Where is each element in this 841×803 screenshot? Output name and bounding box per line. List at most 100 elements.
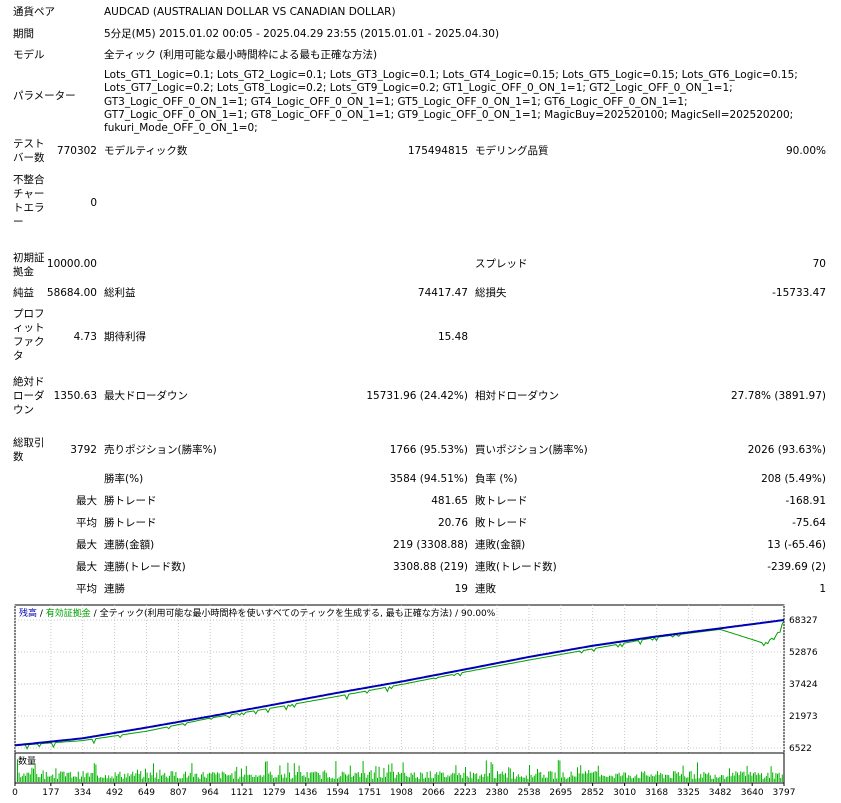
volume-bar [409, 777, 410, 782]
volume-bar [492, 764, 494, 782]
volume-bar [618, 772, 620, 782]
volume-bar [345, 774, 346, 782]
volume-bar [612, 776, 614, 782]
rel-drawdown-value: 27.78% (3891.97) [731, 390, 826, 402]
volume-bar [65, 776, 66, 782]
expected-payoff-label: 期待利得 [104, 331, 146, 343]
volume-bar [370, 770, 372, 782]
volume-bar [653, 776, 655, 782]
volume-bar [647, 775, 649, 782]
volume-bar [607, 776, 609, 782]
x-tick-label: 2066 [422, 788, 445, 798]
volume-bar [252, 777, 254, 782]
max-consec-loss-label: 連敗(トレード数) [475, 561, 557, 573]
volume-bar [231, 773, 233, 782]
max-consec-profit-label: 連勝(トレード数) [104, 561, 186, 573]
x-tick-label: 649 [138, 788, 155, 798]
volume-bar [517, 774, 519, 782]
symbol-value: AUDCAD (AUSTRALIAN DOLLAR VS CANADIAN DO… [104, 6, 396, 18]
volume-bar [695, 778, 697, 782]
volume-bar [402, 762, 404, 782]
volume-bar [757, 772, 759, 782]
volume-bar [737, 772, 738, 782]
volume-bar [380, 777, 382, 782]
abs-drawdown-label: 絶対ド ローダ ウン [13, 376, 45, 416]
max-consec-prefix: 最大 [76, 539, 97, 551]
volume-bar [234, 771, 236, 782]
max-drawdown-label: 最大ドローダウン [104, 390, 188, 402]
volume-bar [693, 774, 695, 782]
volume-bar [260, 775, 262, 782]
x-tick-label: 2695 [549, 788, 572, 798]
volume-bar [202, 772, 204, 782]
volume-bar [628, 775, 630, 782]
volume-bar [308, 777, 310, 782]
volume-bar [194, 773, 196, 782]
max-drawdown-value: 15731.96 (24.42%) [366, 390, 468, 402]
volume-bar [247, 775, 249, 782]
volume-bar [631, 778, 633, 782]
loss-pct-label: 負率 (%) [475, 473, 518, 485]
volume-bar [332, 777, 334, 782]
volume-bar [485, 760, 487, 782]
volume-bar [473, 772, 474, 782]
volume-bar [493, 778, 495, 782]
volume-bar [34, 763, 36, 782]
max-consec-losses-label: 連敗(金額) [475, 539, 526, 551]
volume-bar [212, 772, 214, 782]
volume-bar [610, 775, 612, 782]
gross-profit-label: 総利益 [104, 287, 136, 299]
volume-bar [161, 775, 162, 782]
volume-bar [613, 778, 615, 782]
volume-bar [701, 777, 703, 782]
avg-win-value: 20.76 [437, 517, 468, 529]
volume-bar [114, 772, 116, 782]
volume-bar [87, 772, 89, 782]
volume-bar [229, 775, 231, 782]
volume-bar [111, 776, 113, 782]
volume-bar [772, 772, 774, 782]
mismatch-value: 0 [90, 197, 97, 209]
volume-bar [369, 771, 370, 782]
volume-bar [292, 777, 294, 782]
volume-bar [71, 777, 73, 782]
volume-bar [143, 776, 145, 782]
largest-win-value: 481.65 [431, 495, 468, 507]
volume-bar [476, 773, 478, 782]
volume-bar [290, 778, 292, 782]
volume-bar [100, 777, 102, 782]
volume-bar [130, 774, 132, 782]
volume-bar [84, 777, 86, 782]
volume-bar [98, 777, 100, 782]
volume-bar [553, 778, 554, 782]
volume-bar [602, 775, 604, 782]
volume-bar [341, 771, 343, 782]
volume-bar [313, 772, 314, 782]
volume-bar [433, 778, 434, 782]
volume-bar [284, 773, 286, 782]
volume-bar [569, 776, 570, 782]
volume-bar [666, 774, 668, 782]
volume-bar [639, 778, 641, 782]
volume-bar [325, 772, 327, 782]
volume-bar [605, 776, 607, 782]
volume-bar [183, 773, 185, 782]
volume-bar [641, 771, 642, 782]
volume-bar [44, 778, 46, 782]
volume-bar [241, 768, 242, 782]
period-label: 期間 [13, 28, 34, 40]
volume-bar [167, 778, 169, 782]
volume-bar [434, 773, 436, 782]
volume-bar [410, 772, 412, 782]
volume-bar [565, 779, 567, 782]
volume-bar [567, 777, 569, 782]
x-tick-label: 2380 [486, 788, 509, 798]
volume-bar [509, 768, 511, 782]
volume-bar [562, 772, 564, 782]
volume-bar [337, 778, 338, 782]
x-axis-ticks: 0 177 334 492 649 807 964 1121 1279 1436 1594 1751 1… [12, 783, 795, 798]
volume-bar [778, 772, 780, 782]
y-tick-label: 37424 [789, 680, 818, 690]
avg-consec-losses-value: 1 [819, 583, 826, 595]
volume-bar [741, 772, 743, 782]
